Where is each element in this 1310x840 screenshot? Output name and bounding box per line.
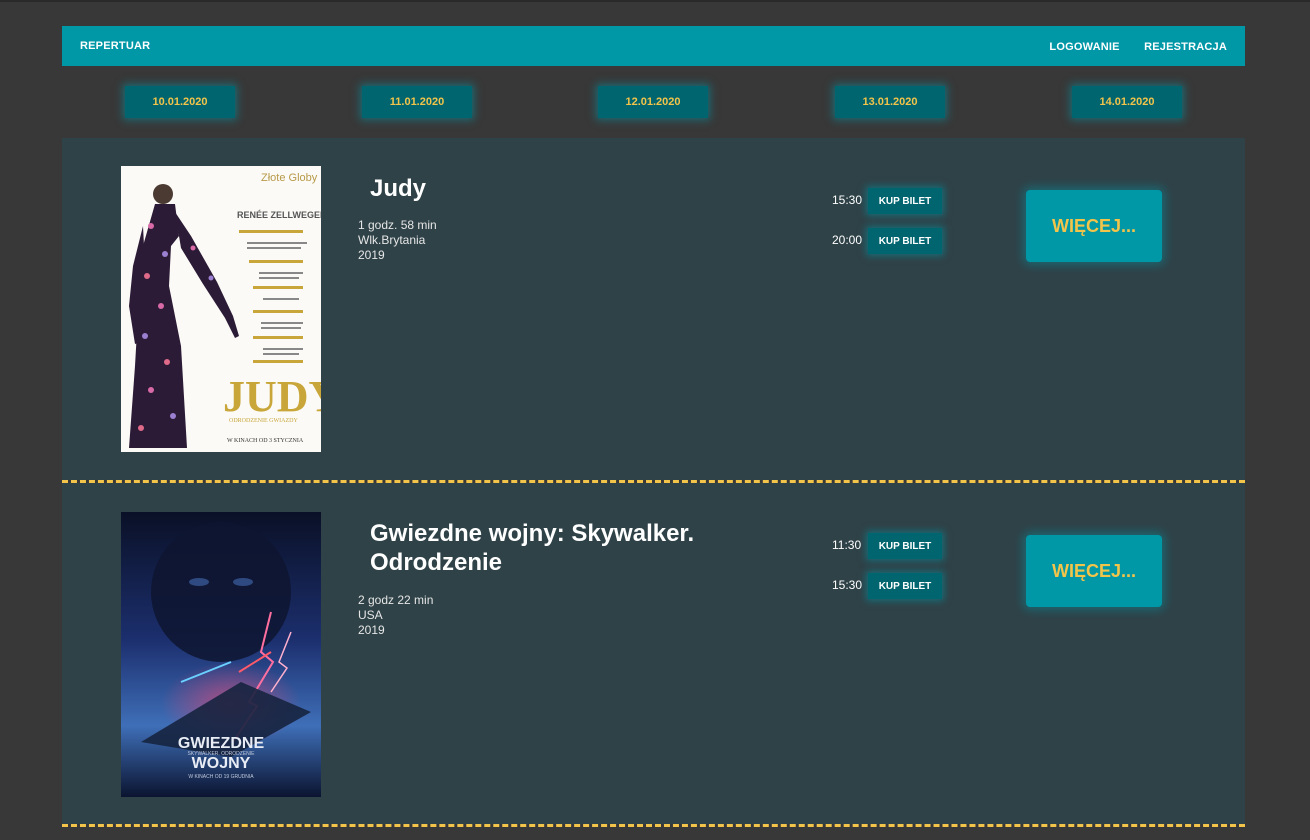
showtime-label: 15:30 bbox=[832, 193, 863, 207]
date-button[interactable]: 11.01.2020 bbox=[362, 86, 472, 118]
date-selector: 10.01.2020 11.01.2020 12.01.2020 13.01.2… bbox=[62, 86, 1245, 118]
movie-card: Złote Globy RENÉE ZELLWEGER JUDY ODRODZE… bbox=[62, 138, 1245, 480]
movie-card: GWIEZDNE SKYWALKER. ODRODZENIE WOJNY W K… bbox=[62, 483, 1245, 824]
movie-poster[interactable]: GWIEZDNE SKYWALKER. ODRODZENIE WOJNY W K… bbox=[121, 512, 321, 797]
poster-actor-text: RENÉE ZELLWEGER bbox=[237, 210, 321, 220]
showtime-label: 11:30 bbox=[832, 538, 862, 552]
movie-title: Gwiezdne wojny: Skywalker. Odrodzenie bbox=[370, 520, 695, 576]
buy-ticket-button[interactable]: KUP BILET bbox=[868, 573, 942, 599]
date-button[interactable]: 12.01.2020 bbox=[598, 86, 708, 118]
date-button[interactable]: 14.01.2020 bbox=[1072, 86, 1182, 118]
nav-repertuar-link[interactable]: REPERTUAR bbox=[80, 40, 150, 52]
poster-title-text: JUDY bbox=[223, 372, 321, 421]
movie-poster[interactable]: Złote Globy RENÉE ZELLWEGER JUDY ODRODZE… bbox=[121, 166, 321, 452]
movie-country: USA bbox=[358, 608, 383, 622]
poster-subtitle-text: ODRODZENIE GWIAZDY bbox=[229, 418, 298, 424]
poster-title-line1: GWIEZDNE bbox=[178, 735, 265, 752]
movie-year: 2019 bbox=[358, 623, 385, 637]
movie-duration: 1 godz. 58 min bbox=[358, 218, 437, 232]
top-nav: REPERTUAR LOGOWANIE REJESTRACJA bbox=[62, 26, 1245, 66]
movie-year: 2019 bbox=[358, 248, 385, 262]
poster-title-line2: WOJNY bbox=[192, 755, 251, 772]
poster-top-text: Złote Globy bbox=[261, 172, 318, 184]
more-button[interactable]: WIĘCEJ... bbox=[1026, 190, 1162, 262]
movie-divider bbox=[62, 824, 1245, 827]
movie-title: Judy bbox=[370, 175, 427, 202]
nav-auth-links: LOGOWANIE REJESTRACJA bbox=[1029, 37, 1227, 55]
movie-duration: 2 godz 22 min bbox=[358, 593, 434, 607]
poster-release-text: W KINACH OD 3 STYCZNIA bbox=[227, 438, 304, 444]
buy-ticket-button[interactable]: KUP BILET bbox=[868, 188, 942, 214]
more-button[interactable]: WIĘCEJ... bbox=[1026, 535, 1162, 607]
poster-release-text: W KINACH OD 19 GRUDNIA bbox=[188, 774, 254, 780]
movie-country: Wlk.Brytania bbox=[358, 233, 426, 247]
judy-poster-image: Złote Globy RENÉE ZELLWEGER JUDY ODRODZE… bbox=[121, 166, 321, 452]
showtime-label: 15:30 bbox=[832, 578, 863, 592]
date-button[interactable]: 10.01.2020 bbox=[125, 86, 235, 118]
nav-login-link[interactable]: LOGOWANIE bbox=[1049, 41, 1119, 53]
star-wars-poster-image: GWIEZDNE SKYWALKER. ODRODZENIE WOJNY W K… bbox=[121, 512, 321, 797]
date-button[interactable]: 13.01.2020 bbox=[835, 86, 945, 118]
showtime-label: 20:00 bbox=[832, 233, 863, 247]
nav-register-link[interactable]: REJESTRACJA bbox=[1144, 41, 1227, 53]
buy-ticket-button[interactable]: KUP BILET bbox=[868, 228, 942, 254]
buy-ticket-button[interactable]: KUP BILET bbox=[868, 533, 942, 559]
